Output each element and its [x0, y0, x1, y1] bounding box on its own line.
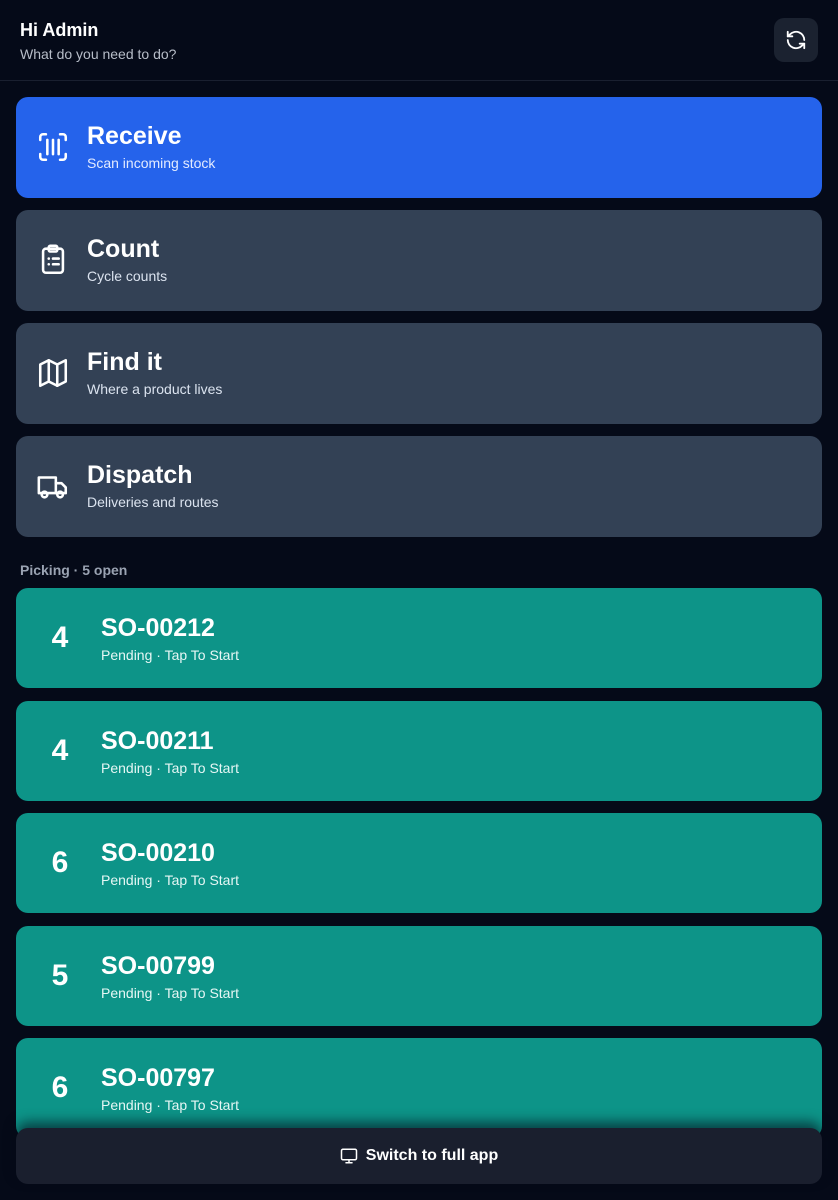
action-subtitle: Cycle counts	[87, 268, 168, 284]
order-card-so-00212[interactable]: 4 SO-00212 Pending · Tap To Start	[16, 588, 822, 688]
order-status: Pending · Tap To Start	[101, 759, 240, 776]
order-status: Pending · Tap To Start	[101, 647, 240, 663]
picking-section-label: Picking · 5 open	[20, 562, 128, 578]
refresh-icon	[786, 30, 806, 50]
order-number: SO-00797	[101, 1064, 215, 1092]
order-item-count: 6	[51, 1071, 69, 1104]
receive-button[interactable]: Receive Scan incoming stock	[16, 97, 822, 198]
order-card-so-00211[interactable]: 4 SO-00211 Pending · Tap To Start	[16, 700, 822, 801]
action-title: Receive	[87, 122, 182, 150]
order-item-count: 5	[51, 958, 69, 992]
picking-order-list: 4 SO-00212 Pending · Tap To Start 4 SO-0…	[16, 588, 822, 1151]
order-card-so-00210[interactable]: 6 SO-00210 Pending · Tap To Start	[16, 813, 822, 913]
order-item-count: 4	[51, 621, 69, 654]
action-subtitle: Deliveries and routes	[87, 494, 219, 510]
order-status: Pending · Tap To Start	[101, 1097, 240, 1113]
order-number: SO-00799	[101, 951, 215, 980]
monitor-icon	[340, 1148, 358, 1164]
action-title: Find it	[87, 348, 162, 376]
map-icon	[36, 356, 70, 390]
action-title: Dispatch	[87, 461, 193, 489]
app-header: Hi Admin What do you need to do?	[0, 0, 838, 81]
action-title: Count	[87, 235, 160, 263]
action-list: Receive Scan incoming stock Count Cycle …	[16, 97, 822, 549]
order-number: SO-00211	[101, 726, 214, 755]
greeting-subtitle: What do you need to do?	[20, 46, 177, 62]
order-status: Pending · Tap To Start	[101, 984, 240, 1001]
order-card-so-00797[interactable]: 6 SO-00797 Pending · Tap To Start	[16, 1038, 822, 1138]
find-it-button[interactable]: Find it Where a product lives	[16, 323, 822, 424]
switch-label: Switch to full app	[365, 1147, 499, 1164]
dispatch-button[interactable]: Dispatch Deliveries and routes	[16, 436, 822, 537]
count-button[interactable]: Count Cycle counts	[16, 210, 822, 311]
barcode-scan-icon	[36, 130, 70, 164]
order-item-count: 6	[51, 846, 69, 879]
action-subtitle: Scan incoming stock	[87, 155, 216, 171]
action-subtitle: Where a product lives	[87, 381, 223, 397]
order-item-count: 4	[51, 733, 69, 767]
truck-icon	[36, 469, 70, 503]
switch-to-full-app-button[interactable]: Switch to full app	[16, 1128, 822, 1184]
refresh-button[interactable]	[774, 18, 818, 62]
order-status: Pending · Tap To Start	[101, 872, 240, 888]
order-number: SO-00212	[101, 614, 215, 642]
order-card-so-00799[interactable]: 5 SO-00799 Pending · Tap To Start	[16, 925, 822, 1026]
greeting-title: Hi Admin	[20, 20, 99, 40]
order-number: SO-00210	[101, 839, 215, 867]
clipboard-list-icon	[36, 243, 70, 277]
